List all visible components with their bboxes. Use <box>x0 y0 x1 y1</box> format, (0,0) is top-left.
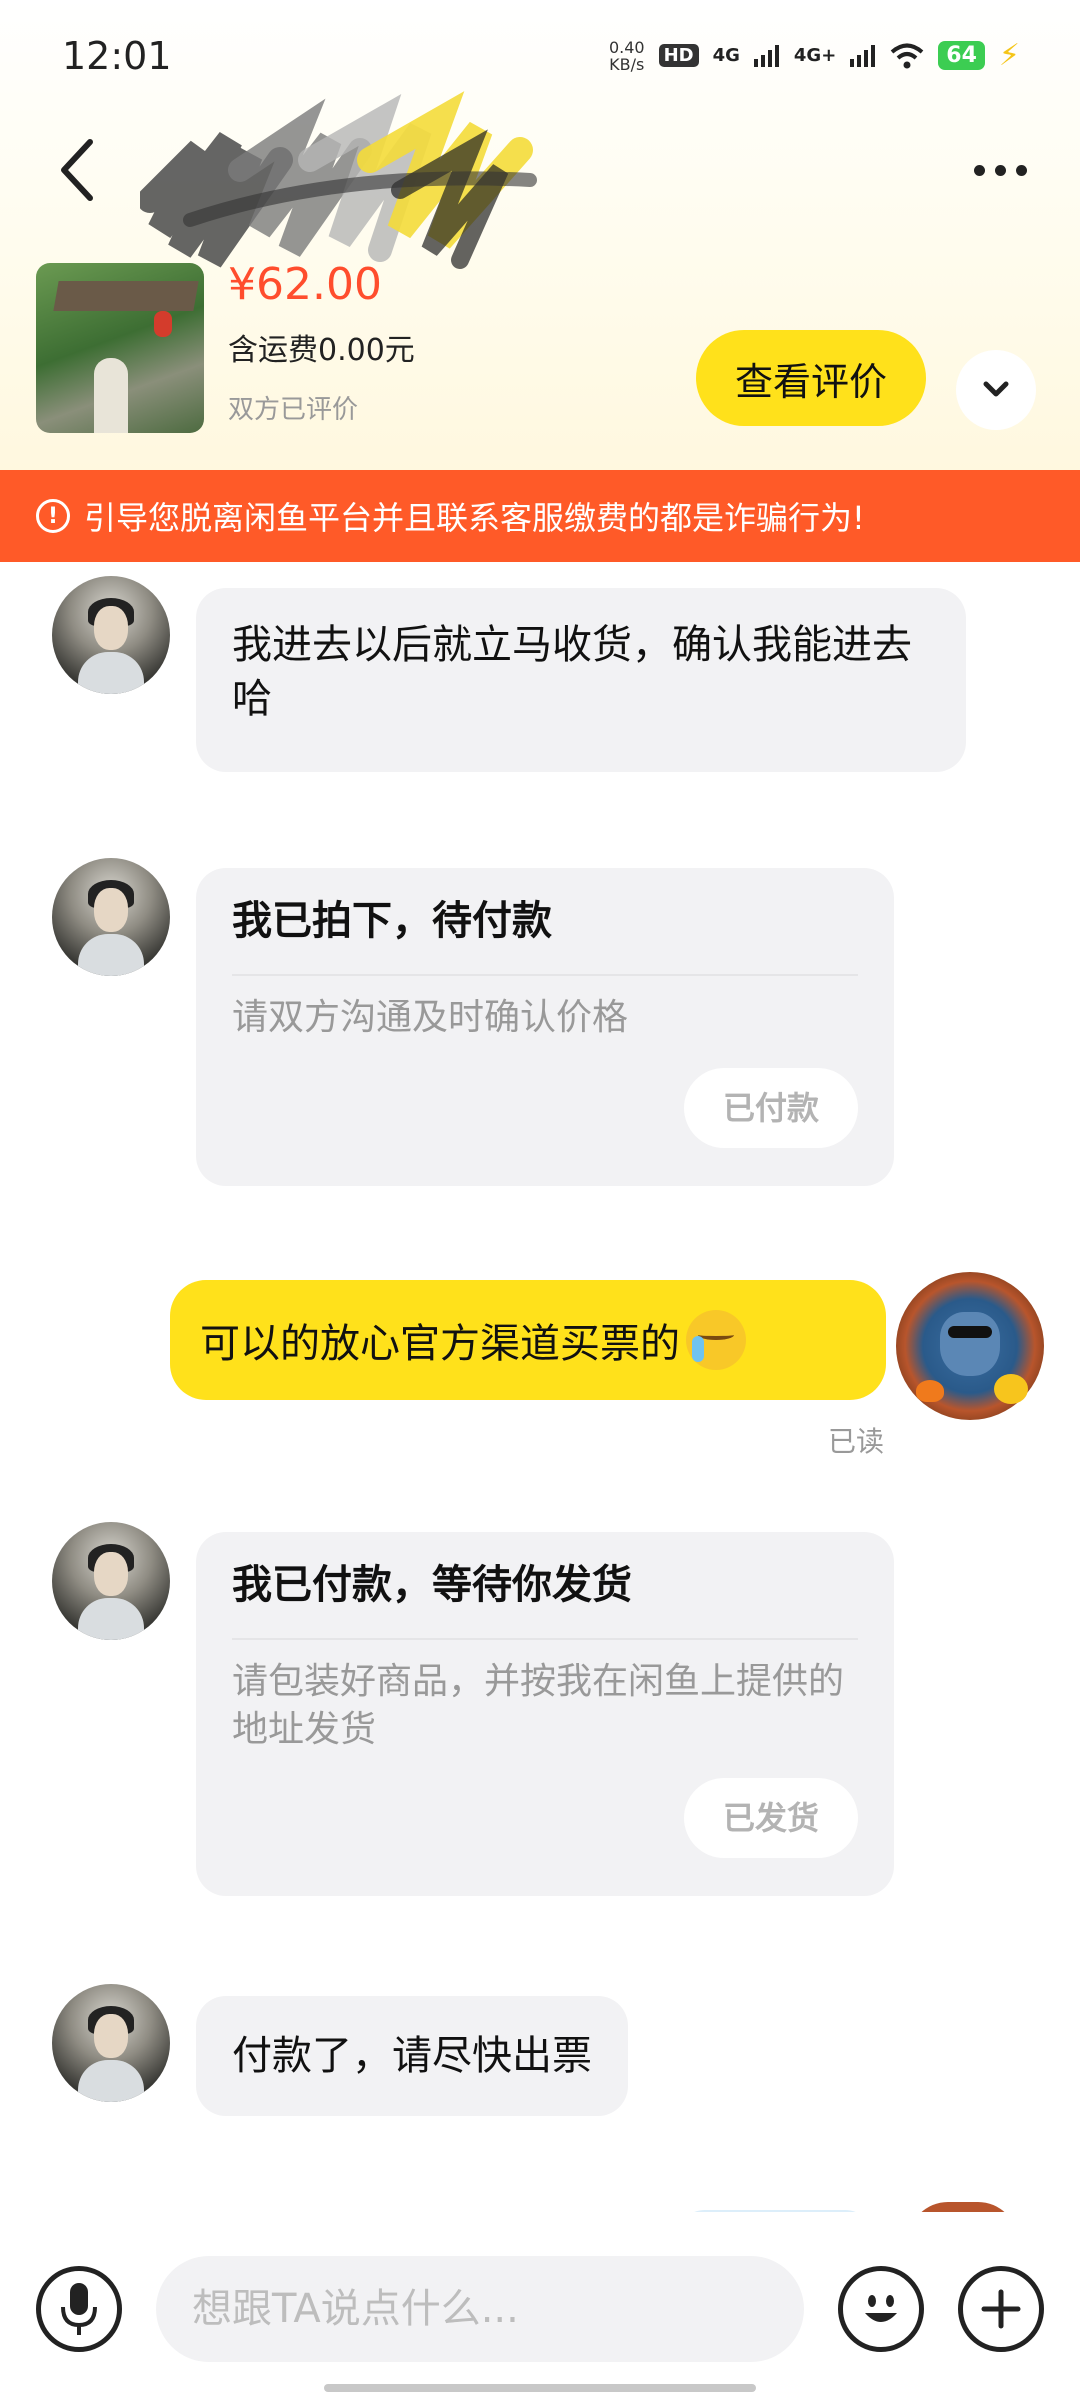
hd-icon: HD <box>658 44 699 67</box>
product-thumbnail[interactable] <box>36 263 204 433</box>
more-dot <box>973 164 985 176</box>
product-card: ¥62.00 含运费0.00元 双方已评价 查看评价 <box>0 255 1080 455</box>
chevron-down-icon <box>983 381 1009 397</box>
self-avatar-partial <box>908 2202 1018 2212</box>
message-bubble[interactable]: 我进去以后就立马收货，确认我能进去哈 <box>196 588 966 772</box>
emoji-button[interactable] <box>838 2266 924 2352</box>
message-bubble[interactable]: 付款了，请尽快出票 <box>196 1996 628 2116</box>
expand-button[interactable] <box>956 350 1036 430</box>
chevron-left-icon <box>61 139 93 201</box>
order-card-title: 我已拍下，待付款 <box>232 898 552 944</box>
shipped-button[interactable]: 已发货 <box>684 1778 858 1858</box>
smiley-icon <box>865 2295 897 2322</box>
microphone-icon <box>61 2283 97 2335</box>
shipping-info: 含运费0.00元 <box>228 333 415 368</box>
plus-icon <box>981 2289 1021 2329</box>
fraud-warning-banner: ! 引导您脱离闲鱼平台并且联系客服缴费的都是诈骗行为! <box>0 470 1080 562</box>
divider <box>232 1638 858 1640</box>
self-avatar[interactable] <box>896 1272 1044 1420</box>
self-message-bubble[interactable]: 可以的放心官方渠道买票的 <box>170 1280 886 1400</box>
message-input-bar <box>0 2212 1080 2400</box>
more-actions-button[interactable] <box>958 2266 1044 2352</box>
signal-bars-icon <box>753 44 779 67</box>
chat-header <box>0 91 1080 269</box>
product-price: ¥62.00 <box>228 259 382 310</box>
more-dot <box>1015 164 1027 176</box>
divider <box>232 974 858 976</box>
crying-emoji-icon <box>686 1310 746 1370</box>
status-indicators: 0.40 KB/s HD 4G 4G+ 64 ⚡ <box>609 38 1020 73</box>
contact-avatar[interactable] <box>52 1522 170 1640</box>
contact-avatar[interactable] <box>52 1984 170 2102</box>
read-status: 已读 <box>828 1425 885 1458</box>
network-speed: 0.40 KB/s <box>608 37 645 74</box>
signal-4g-icon: 4G <box>712 45 740 66</box>
home-indicator[interactable] <box>324 2384 756 2392</box>
more-dot <box>994 164 1006 176</box>
contact-avatar[interactable] <box>52 858 170 976</box>
voice-button[interactable] <box>36 2266 122 2352</box>
warning-icon: ! <box>36 499 70 533</box>
battery-indicator: 64 <box>938 41 985 70</box>
order-card-title: 我已付款，等待你发货 <box>232 1562 632 1608</box>
signal-bars-icon <box>850 44 876 67</box>
more-options-button[interactable] <box>960 150 1040 190</box>
order-status-card[interactable]: 我已付款，等待你发货 请包装好商品，并按我在闲鱼上提供的地址发货 已发货 <box>196 1532 894 1896</box>
back-button[interactable] <box>48 130 108 210</box>
view-review-button[interactable]: 查看评价 <box>696 330 926 426</box>
message-input-field[interactable] <box>192 2286 804 2332</box>
order-card-description: 请包装好商品，并按我在闲鱼上提供的地址发货 <box>232 1661 845 1750</box>
order-card-description: 请双方沟通及时确认价格 <box>232 997 629 1038</box>
warning-text: 引导您脱离闲鱼平台并且联系客服缴费的都是诈骗行为! <box>84 499 865 537</box>
wifi-icon <box>890 43 924 68</box>
order-status-card[interactable]: 我已拍下，待付款 请双方沟通及时确认价格 已付款 <box>196 868 894 1186</box>
contact-avatar[interactable] <box>52 576 170 694</box>
charging-bolt-icon: ⚡ <box>998 38 1020 73</box>
message-input[interactable] <box>156 2256 804 2362</box>
review-status: 双方已评价 <box>228 395 359 425</box>
chat-messages[interactable]: 我进去以后就立马收货，确认我能进去哈 我已拍下，待付款 请双方沟通及时确认价格 … <box>0 562 1080 2212</box>
paid-button[interactable]: 已付款 <box>684 1068 858 1148</box>
signal-4g-plus-icon: 4G+ <box>793 45 837 66</box>
